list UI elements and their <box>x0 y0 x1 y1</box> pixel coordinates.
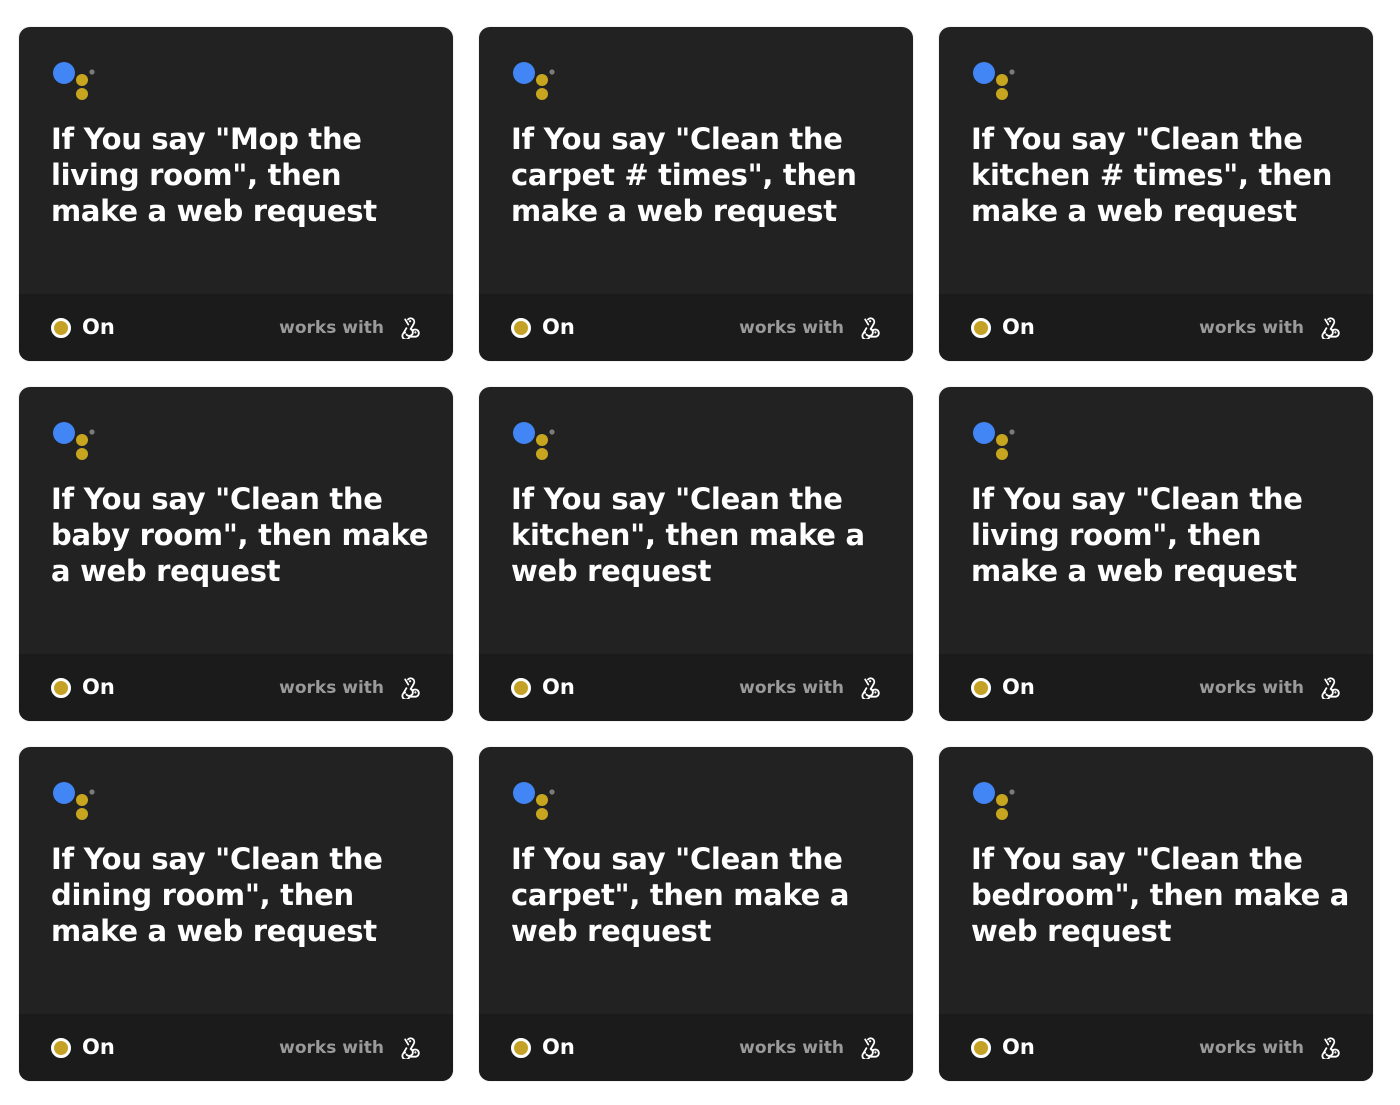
applet-card-7[interactable]: If You say "Clean the dining room", then… <box>19 747 453 1081</box>
status-label: On <box>542 1035 575 1059</box>
applet-card-2[interactable]: If You say "Clean the carpet # times", t… <box>479 27 913 361</box>
works-with-label: works with <box>739 678 844 698</box>
google-assistant-icon <box>973 422 1015 460</box>
webhooks-icon <box>401 677 420 699</box>
applet-footer: On works with <box>479 654 913 721</box>
google-assistant-icon <box>53 422 95 460</box>
works-with-label: works with <box>279 318 384 338</box>
status-label: On <box>82 315 115 339</box>
applet-footer: On works with <box>939 1014 1373 1081</box>
status-indicator <box>511 1038 531 1058</box>
applet-title: If You say "Clean the bedroom", then mak… <box>971 842 1350 948</box>
status-indicator <box>971 678 991 698</box>
applet-card-8[interactable]: If You say "Clean the carpet", then make… <box>479 747 913 1081</box>
google-assistant-icon <box>513 62 555 100</box>
applet-title: If You say "Clean the carpet", then make… <box>511 842 850 948</box>
applet-title: If You say "Clean the kitchen # times", … <box>971 122 1333 228</box>
applet-footer: On works with <box>939 654 1373 721</box>
status-indicator <box>511 318 531 338</box>
webhooks-icon <box>1321 677 1340 699</box>
applet-card-5[interactable]: If You say "Clean the kitchen", then mak… <box>479 387 913 721</box>
applet-footer: On works with <box>479 1014 913 1081</box>
google-assistant-icon <box>53 62 95 100</box>
status-indicator <box>51 1038 71 1058</box>
webhooks-icon <box>861 677 880 699</box>
status-label: On <box>82 1035 115 1059</box>
webhooks-icon <box>1321 317 1340 339</box>
applet-title: If You say "Clean the carpet # times", t… <box>511 122 857 228</box>
webhooks-icon <box>861 317 880 339</box>
applet-card-1[interactable]: If You say "Mop the living room", then m… <box>19 27 453 361</box>
webhooks-icon <box>401 317 420 339</box>
applet-footer: On works with <box>939 294 1373 361</box>
applet-footer: On works with <box>19 1014 453 1081</box>
applet-title: If You say "Clean the dining room", then… <box>51 842 383 948</box>
status-label: On <box>542 675 575 699</box>
status-label: On <box>82 675 115 699</box>
applet-card-6[interactable]: If You say "Clean the living room", then… <box>939 387 1373 721</box>
status-indicator <box>511 678 531 698</box>
applet-card-3[interactable]: If You say "Clean the kitchen # times", … <box>939 27 1373 361</box>
works-with-label: works with <box>1199 1038 1304 1058</box>
google-assistant-icon <box>53 782 95 820</box>
works-with-label: works with <box>279 678 384 698</box>
works-with-label: works with <box>739 318 844 338</box>
status-indicator <box>51 318 71 338</box>
works-with-label: works with <box>739 1038 844 1058</box>
works-with-label: works with <box>1199 678 1304 698</box>
status-indicator <box>971 318 991 338</box>
applet-title: If You say "Clean the kitchen", then mak… <box>511 482 865 588</box>
applet-footer: On works with <box>19 294 453 361</box>
applet-title: If You say "Mop the living room", then m… <box>51 122 377 228</box>
status-label: On <box>1002 675 1035 699</box>
google-assistant-icon <box>973 62 1015 100</box>
google-assistant-icon <box>513 782 555 820</box>
google-assistant-icon <box>973 782 1015 820</box>
applet-grid: If You say "Mop the living room", then m… <box>0 0 1400 1105</box>
works-with-label: works with <box>1199 318 1304 338</box>
applet-footer: On works with <box>19 654 453 721</box>
webhooks-icon <box>401 1037 420 1059</box>
google-assistant-icon <box>513 422 555 460</box>
works-with-label: works with <box>279 1038 384 1058</box>
status-indicator <box>971 1038 991 1058</box>
status-label: On <box>542 315 575 339</box>
applet-title: If You say "Clean the baby room", then m… <box>51 482 429 588</box>
applet-title: If You say "Clean the living room", then… <box>971 482 1303 588</box>
status-indicator <box>51 678 71 698</box>
applet-card-9[interactable]: If You say "Clean the bedroom", then mak… <box>939 747 1373 1081</box>
status-label: On <box>1002 1035 1035 1059</box>
applet-footer: On works with <box>479 294 913 361</box>
status-label: On <box>1002 315 1035 339</box>
webhooks-icon <box>1321 1037 1340 1059</box>
webhooks-icon <box>861 1037 880 1059</box>
applet-card-4[interactable]: If You say "Clean the baby room", then m… <box>19 387 453 721</box>
